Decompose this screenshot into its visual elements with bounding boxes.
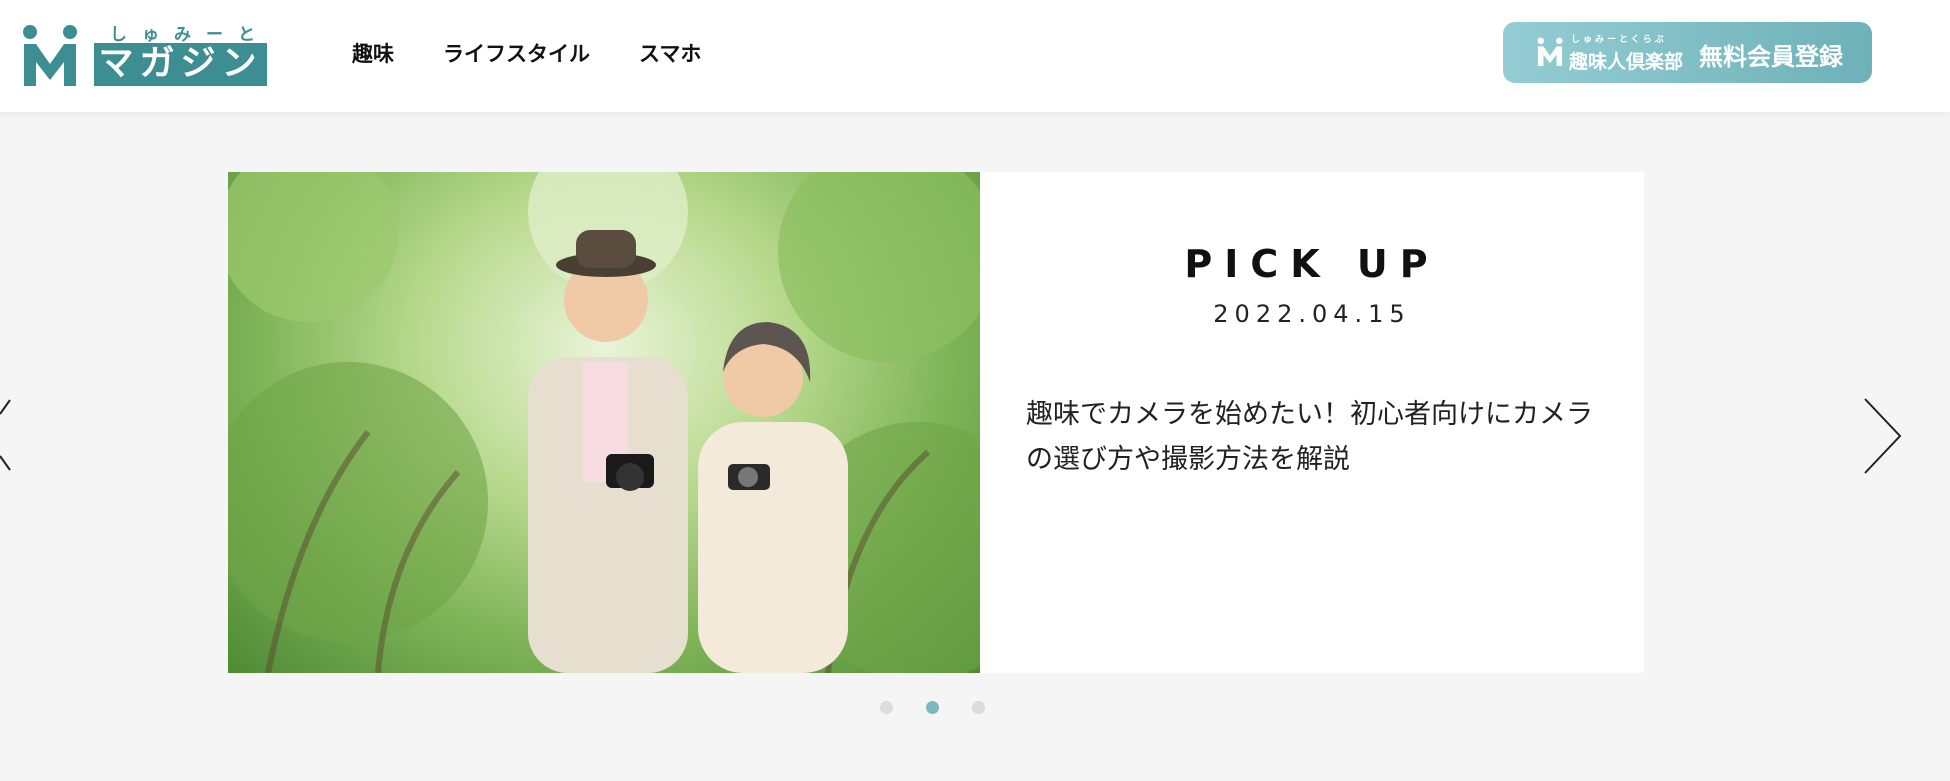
article-title-link[interactable]: 趣味でカメラを始めたい！初心者向けにカメラの選び方や撮影方法を解説 (1026, 392, 1604, 482)
signup-label: 無料会員登録 (1699, 43, 1843, 71)
club-name: 趣味人倶楽部 (1569, 51, 1684, 73)
site-logo[interactable]: しゅみーと マガジン (22, 20, 272, 90)
carousel-pagination (880, 701, 1018, 714)
pick-up-heading: PICK UP (1184, 242, 1440, 286)
logo-m-icon (23, 25, 77, 86)
article-date: 2022.04.15 (1213, 300, 1411, 328)
nav-item-hobby[interactable]: 趣味 (352, 38, 394, 68)
chevron-right-icon[interactable] (1862, 397, 1904, 475)
carousel-dot-1[interactable] (880, 701, 893, 714)
nav-item-lifestyle[interactable]: ライフスタイル (443, 38, 590, 68)
free-signup-button[interactable]: しゅみーとくらぶ 趣味人倶楽部 無料会員登録 (1503, 22, 1872, 83)
club-ruby-text: しゅみーとくらぶ (1571, 35, 1667, 45)
nav-item-smartphone[interactable]: スマホ (639, 38, 701, 68)
senior-couple-illustration (228, 172, 980, 673)
site-header: しゅみーと マガジン 趣味 ライフスタイル スマホ しゅみーとくらぶ 趣味人倶楽… (0, 0, 1950, 112)
carousel-dot-2[interactable] (926, 701, 939, 714)
chevron-left-icon[interactable] (0, 398, 12, 474)
logo-ruby-text: しゅみーと (110, 25, 270, 45)
carousel-dot-3[interactable] (972, 701, 985, 714)
main-nav: 趣味 ライフスタイル スマホ (352, 38, 750, 68)
club-m-icon (1537, 37, 1563, 66)
carousel-slide[interactable]: PICK UP 2022.04.15 趣味でカメラを始めたい！初心者向けにカメラ… (228, 172, 1644, 673)
slide-photo (228, 172, 980, 673)
logo-wordmark: マガジン (94, 43, 267, 86)
